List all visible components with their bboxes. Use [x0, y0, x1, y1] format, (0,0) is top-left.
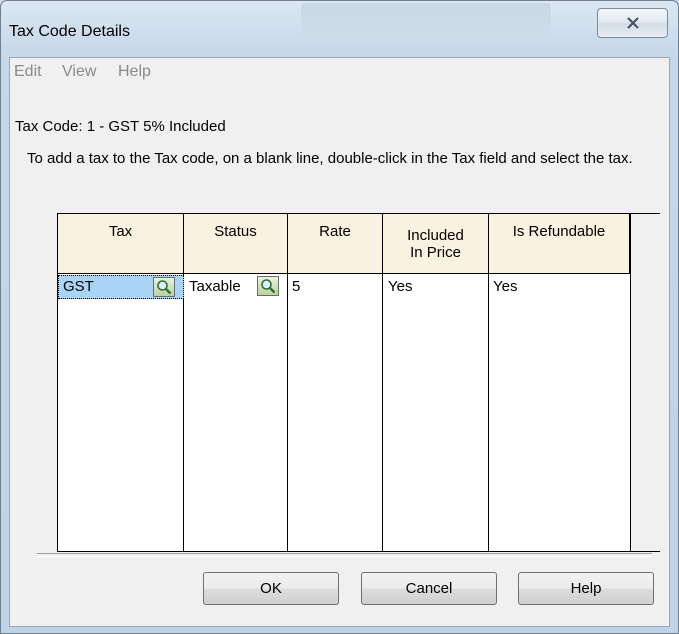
grid-empty-column — [630, 214, 660, 551]
window-title: Tax Code Details — [9, 23, 130, 40]
magnifier-lookup-icon — [261, 279, 276, 294]
cancel-button[interactable]: Cancel — [361, 572, 497, 605]
column-divider — [183, 274, 184, 551]
tax-value: GST — [63, 278, 94, 295]
tax-grid: Tax Status Rate Included In Price Is Ref… — [57, 213, 660, 552]
header-included-in-price[interactable]: Included In Price — [383, 214, 489, 274]
menu-bar: Edit View Help — [10, 58, 669, 87]
column-divider — [382, 274, 383, 551]
close-icon — [626, 17, 639, 29]
header-status[interactable]: Status — [184, 214, 288, 274]
header-rate[interactable]: Rate — [288, 214, 383, 274]
table-row-tax-cell[interactable]: GST — [58, 275, 184, 299]
help-button[interactable]: Help — [518, 572, 654, 605]
column-divider — [488, 274, 489, 551]
column-divider — [287, 274, 288, 551]
tax-code-details-window: Tax Code Details Edit View Help Tax Code… — [0, 0, 679, 634]
menu-view[interactable]: View — [62, 63, 96, 81]
is-refundable-value[interactable]: Yes — [493, 275, 517, 299]
separator — [37, 553, 652, 557]
tax-code-label: Tax Code: 1 - GST 5% Included — [15, 118, 226, 135]
status-value[interactable]: Taxable — [189, 275, 241, 299]
background-window-blur — [301, 3, 551, 41]
rate-value[interactable]: 5 — [292, 275, 300, 299]
magnifier-lookup-icon — [157, 280, 172, 295]
instruction-text: To add a tax to the Tax code, on a blank… — [27, 150, 633, 167]
menu-help[interactable]: Help — [118, 63, 151, 81]
status-lookup-button[interactable] — [257, 276, 279, 296]
dialog-client-area: Edit View Help Tax Code: 1 - GST 5% Incl… — [9, 57, 670, 627]
header-tax[interactable]: Tax — [58, 214, 184, 274]
included-in-price-value[interactable]: Yes — [388, 275, 412, 299]
tax-lookup-button[interactable] — [153, 277, 175, 297]
menu-edit[interactable]: Edit — [14, 63, 42, 81]
ok-button[interactable]: OK — [203, 572, 339, 605]
close-button[interactable] — [597, 8, 668, 38]
title-bar[interactable]: Tax Code Details — [1, 1, 678, 57]
header-is-refundable[interactable]: Is Refundable — [489, 214, 630, 274]
